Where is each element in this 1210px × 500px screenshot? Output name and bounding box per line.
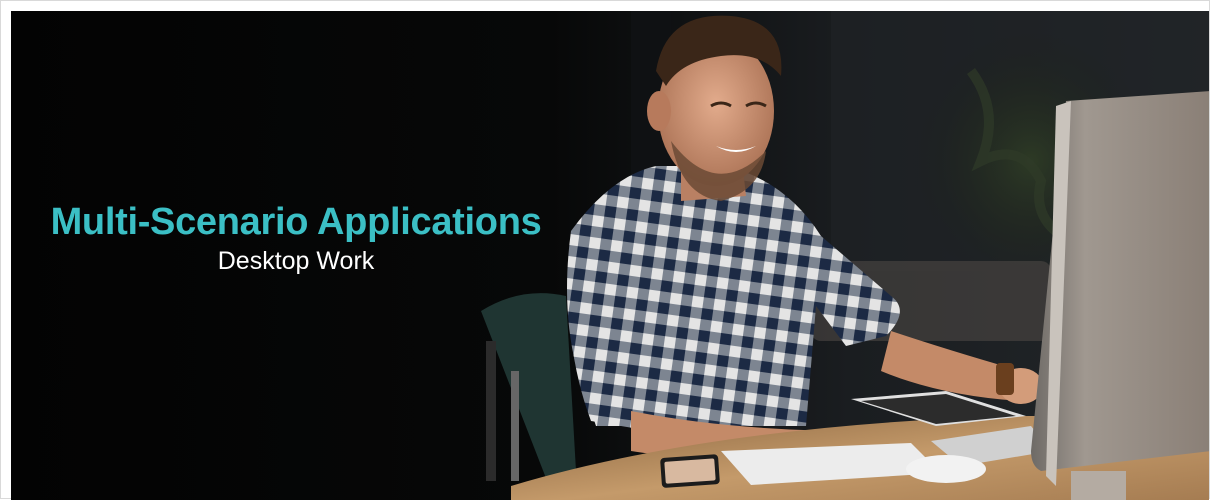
banner-headline: Multi-Scenario Applications Desktop Work <box>11 201 581 277</box>
banner-subtitle: Desktop Work <box>217 247 375 275</box>
banner-frame: Multi-Scenario Applications Desktop Work <box>0 0 1210 500</box>
banner-title: Multi-Scenario Applications <box>50 201 542 243</box>
hero-banner: Multi-Scenario Applications Desktop Work <box>11 11 1209 500</box>
